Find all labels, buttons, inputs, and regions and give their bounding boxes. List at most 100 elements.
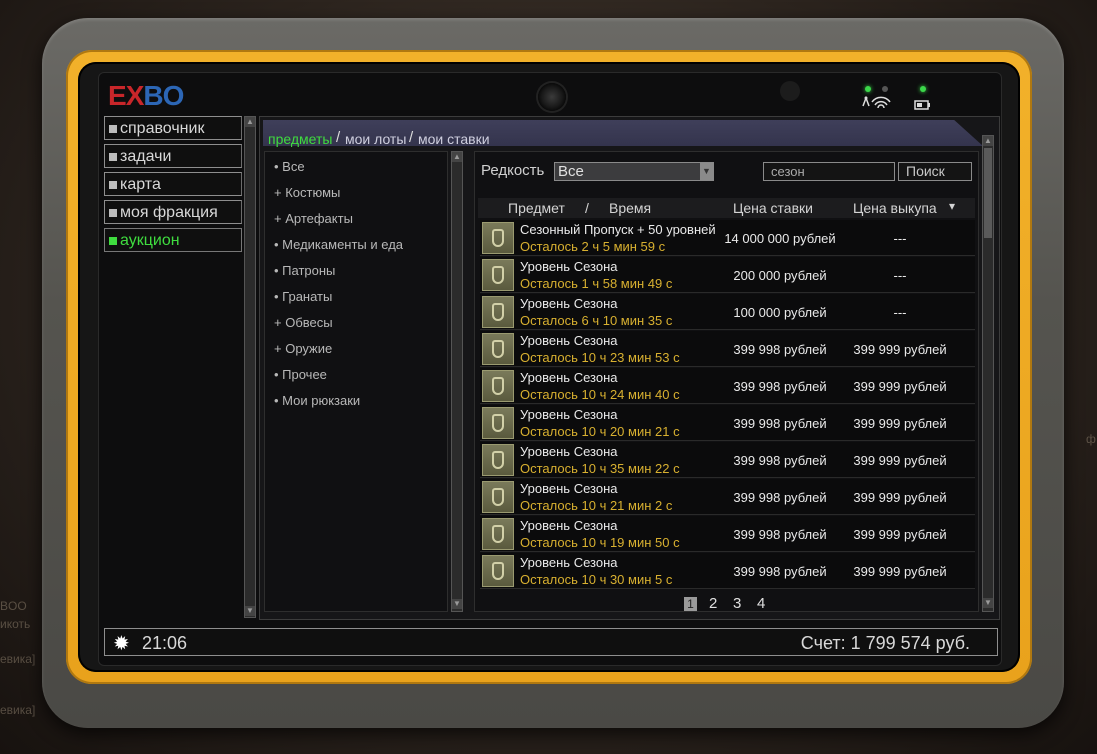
bid-price: 399 998 рублей — [733, 527, 827, 542]
clock: 21:06 — [142, 633, 188, 653]
page-2-button[interactable]: 2 — [709, 595, 717, 612]
sidebar-scrollbar[interactable] — [244, 116, 256, 618]
sensor-icon — [780, 81, 800, 101]
category-item[interactable]: + Костюмы — [274, 185, 340, 200]
account-balance: Счет: 1 799 574 руб. — [800, 633, 970, 653]
category-scrollbar[interactable] — [451, 151, 463, 612]
bid-price: 399 998 рублей — [733, 416, 827, 431]
search-button[interactable]: Поиск — [898, 162, 972, 181]
item-name: Уровень Сезона — [520, 259, 618, 274]
column-time-header[interactable]: Время — [609, 200, 651, 216]
category-item[interactable]: • Гранаты — [274, 289, 332, 304]
scroll-down-icon[interactable]: ▼ — [983, 598, 993, 608]
background-text: ф — [1086, 432, 1096, 446]
season-level-icon — [482, 370, 514, 402]
time-remaining: Осталось 10 ч 23 мин 53 с — [520, 350, 680, 365]
category-item[interactable]: • Прочее — [274, 367, 327, 382]
item-name: Уровень Сезона — [520, 370, 618, 385]
bid-price: 200 000 рублей — [733, 268, 827, 283]
table-row[interactable]: Уровень Сезона Осталось 1 ч 58 мин 49 с 20… — [480, 257, 975, 293]
item-name: Уровень Сезона — [520, 444, 618, 459]
bullet-icon — [109, 236, 117, 245]
time-remaining: Осталось 1 ч 58 мин 49 с — [520, 276, 673, 291]
sort-desc-icon[interactable]: ▾ — [949, 199, 955, 213]
page-4-button[interactable]: 4 — [757, 595, 765, 612]
buyout-price: 399 999 рублей — [853, 564, 947, 579]
camera-icon — [538, 83, 566, 111]
table-row[interactable]: Уровень Сезона Осталось 10 ч 21 мин 2 с 39… — [480, 479, 975, 515]
bullet-icon — [109, 180, 117, 189]
rarity-select[interactable]: Все — [554, 162, 714, 181]
time-remaining: Осталось 10 ч 30 мин 5 с — [520, 572, 673, 587]
scroll-up-icon[interactable]: ▲ — [983, 136, 993, 146]
scroll-down-icon[interactable]: ▼ — [245, 606, 255, 616]
sidebar-item-map[interactable]: карта — [104, 172, 242, 196]
category-item[interactable]: • Патроны — [274, 263, 335, 278]
season-level-icon — [482, 555, 514, 587]
season-level-icon — [482, 407, 514, 439]
column-item-header[interactable]: Предмет — [508, 200, 565, 216]
season-level-icon — [482, 518, 514, 550]
bid-price: 399 998 рублей — [733, 564, 827, 579]
category-item[interactable]: + Оружие — [274, 341, 332, 356]
item-name: Уровень Сезона — [520, 407, 618, 422]
scroll-up-icon[interactable]: ▲ — [452, 152, 462, 162]
category-item[interactable]: + Обвесы — [274, 315, 333, 330]
season-level-icon — [482, 481, 514, 513]
category-item[interactable]: • Медикаменты и еда — [274, 237, 403, 252]
sidebar-item-auction[interactable]: аукцион — [104, 228, 242, 252]
scroll-thumb[interactable] — [984, 148, 992, 238]
table-row[interactable]: Уровень Сезона Осталось 10 ч 35 мин 22 с 3… — [480, 442, 975, 478]
season-level-icon — [482, 333, 514, 365]
season-pass-icon — [482, 222, 514, 254]
page-1-button[interactable]: 1 — [684, 597, 697, 611]
sun-icon: ✹ — [113, 633, 130, 655]
time-remaining: Осталось 10 ч 21 мин 2 с — [520, 498, 673, 513]
column-buyout-header[interactable]: Цена выкупа — [853, 200, 937, 216]
buyout-price: --- — [893, 305, 907, 320]
idle-led-icon — [882, 86, 888, 92]
wifi-icon — [860, 94, 894, 113]
item-name: Уровень Сезона — [520, 555, 618, 570]
tab-items[interactable]: предметы — [268, 131, 332, 147]
background-text: евика] — [0, 652, 36, 666]
bullet-icon — [109, 124, 117, 133]
season-level-icon — [482, 444, 514, 476]
chevron-down-icon[interactable]: ▼ — [700, 163, 713, 180]
buyout-price: 399 999 рублей — [853, 490, 947, 505]
sidebar-item-reference[interactable]: справочник — [104, 116, 242, 140]
buyout-price: 399 999 рублей — [853, 453, 947, 468]
tab-my-bids[interactable]: мои ставки — [418, 131, 490, 147]
category-item[interactable]: • Все — [274, 159, 305, 174]
table-row[interactable]: Сезонный Пропуск + 50 уровней Осталось 2 … — [480, 220, 975, 256]
item-name: Уровень Сезона — [520, 333, 618, 348]
table-row[interactable]: Уровень Сезона Осталось 10 ч 20 мин 21 с 3… — [480, 405, 975, 441]
exbo-logo: EXBO — [108, 80, 184, 111]
time-remaining: Осталось 2 ч 5 мин 59 с — [520, 239, 666, 254]
tab-separator: / — [409, 129, 414, 146]
table-row[interactable]: Уровень Сезона Осталось 6 ч 10 мин 35 с 10… — [480, 294, 975, 330]
category-item[interactable]: • Мои рюкзаки — [274, 393, 360, 408]
bullet-icon — [109, 208, 117, 217]
category-item[interactable]: + Артефакты — [274, 211, 353, 226]
search-input[interactable]: сезон — [763, 162, 895, 181]
sidebar-item-faction[interactable]: моя фракция — [104, 200, 242, 224]
column-bid-header[interactable]: Цена ставки — [733, 200, 813, 216]
buyout-price: --- — [893, 268, 907, 283]
tab-my-lots[interactable]: мои лоты — [345, 131, 406, 147]
table-row[interactable]: Уровень Сезона Осталось 10 ч 19 мин 50 с 3… — [480, 516, 975, 552]
sidebar-item-tasks[interactable]: задачи — [104, 144, 242, 168]
scroll-up-icon[interactable]: ▲ — [245, 117, 255, 127]
buyout-price: --- — [893, 231, 907, 246]
bid-price: 100 000 рублей — [733, 305, 827, 320]
table-row[interactable]: Уровень Сезона Осталось 10 ч 30 мин 5 с 39… — [480, 553, 975, 589]
table-row[interactable]: Уровень Сезона Осталось 10 ч 24 мин 40 с 3… — [480, 368, 975, 404]
item-name: Уровень Сезона — [520, 296, 618, 311]
buyout-price: 399 999 рублей — [853, 342, 947, 357]
bullet-icon — [109, 152, 117, 161]
table-row[interactable]: Уровень Сезона Осталось 10 ч 23 мин 53 с 3… — [480, 331, 975, 367]
scroll-down-icon[interactable]: ▼ — [452, 599, 462, 609]
page-3-button[interactable]: 3 — [733, 595, 741, 612]
time-remaining: Осталось 6 ч 10 мин 35 с — [520, 313, 673, 328]
bid-price: 399 998 рублей — [733, 379, 827, 394]
